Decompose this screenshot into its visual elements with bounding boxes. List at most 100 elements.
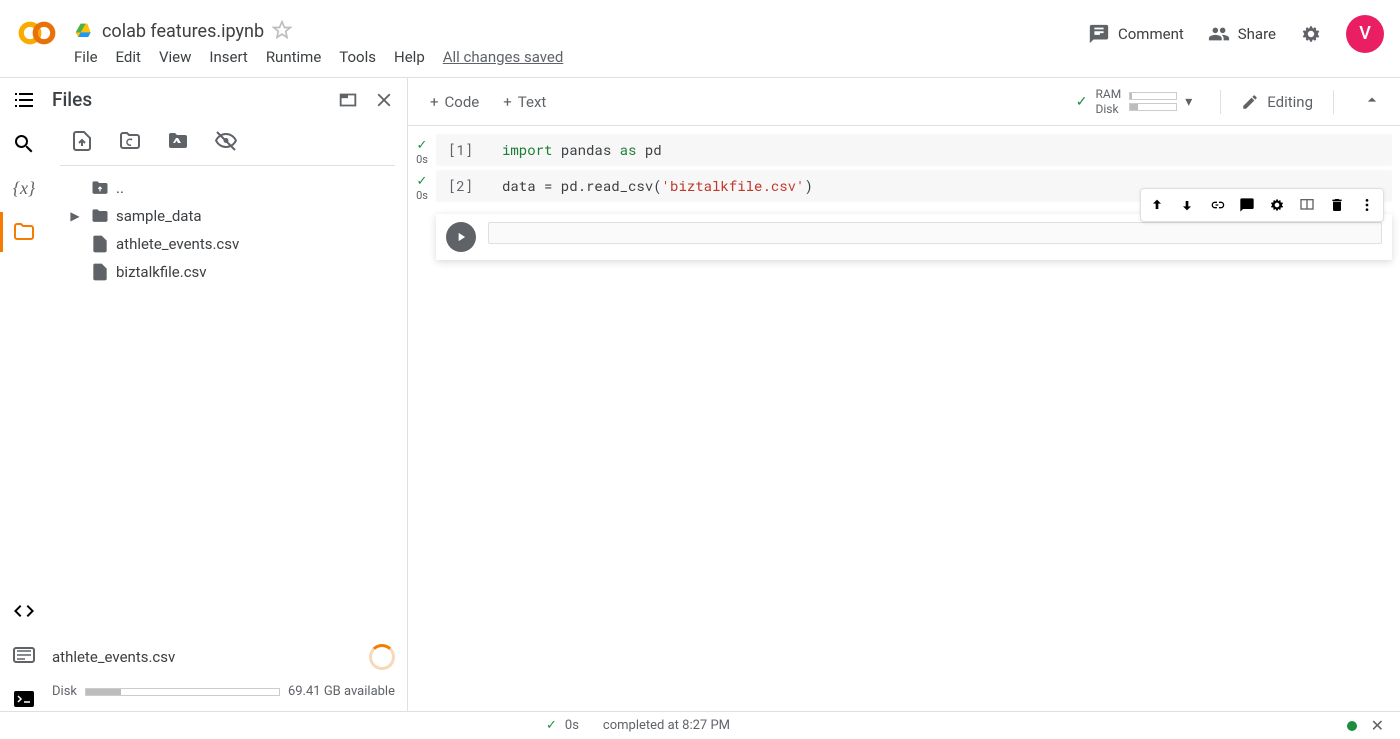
delete-cell-button[interactable] (1323, 191, 1351, 219)
tree-file-1[interactable]: athlete_events.csv (52, 230, 407, 258)
code-editor-input[interactable] (488, 222, 1382, 244)
gear-icon (1300, 23, 1322, 45)
tree-file-2-label: biztalkfile.csv (116, 263, 207, 281)
menu-insert[interactable]: Insert (209, 48, 247, 66)
file-icon (90, 234, 110, 254)
cell-gutter: ✓ 0s (408, 134, 436, 166)
rail-snippets-icon[interactable] (12, 599, 36, 623)
add-text-button[interactable]: + Text (491, 87, 558, 117)
check-icon: ✓ (1076, 94, 1088, 110)
toggle-hidden-icon[interactable] (214, 129, 238, 153)
tree-file-1-label: athlete_events.csv (116, 235, 239, 253)
disk-bar-toolbar (1129, 103, 1177, 111)
sidebar-header: Files (48, 78, 407, 123)
dropdown-icon[interactable]: ▾ (1185, 94, 1192, 110)
menu-runtime[interactable]: Runtime (266, 48, 321, 66)
rail-files-icon[interactable] (12, 220, 36, 244)
disk-label: Disk (52, 684, 77, 699)
rail-variables-icon[interactable]: {x} (12, 176, 36, 200)
exec-time: 0s (416, 189, 428, 202)
link-button[interactable] (1203, 191, 1231, 219)
chevron-up-icon (1362, 90, 1382, 110)
refresh-folder-icon[interactable] (118, 129, 142, 153)
document-title[interactable]: colab features.ipynb (102, 21, 264, 42)
check-icon: ✓ (417, 138, 428, 153)
people-icon (1208, 23, 1230, 45)
disk-usage: Disk 69.41 GB available (48, 676, 407, 711)
menu-tools[interactable]: Tools (339, 48, 376, 66)
save-status[interactable]: All changes saved (443, 48, 564, 66)
add-code-label: Code (445, 93, 480, 111)
ram-bar (1129, 92, 1177, 100)
files-sidebar: Files .. ▶ sample_data (48, 78, 408, 711)
sidebar-title: Files (52, 88, 92, 111)
close-sidebar-icon[interactable] (373, 89, 395, 111)
share-label: Share (1238, 25, 1276, 43)
cell-code[interactable]: data = pd.read_csv('biztalkfile.csv') (502, 176, 813, 195)
header-main: colab features.ipynb File Edit View Inse… (74, 20, 1088, 66)
tree-parent-label: .. (116, 179, 124, 197)
drive-icon (74, 22, 94, 42)
ram-label: RAM (1096, 87, 1122, 101)
header-right: Comment Share V (1088, 15, 1384, 53)
add-code-button[interactable]: + Code (418, 87, 491, 117)
rail-terminal-icon[interactable] (12, 687, 36, 711)
share-button[interactable]: Share (1208, 23, 1276, 45)
cell-code[interactable]: import pandas as pd (502, 140, 662, 159)
collapse-button[interactable] (1354, 90, 1390, 114)
move-up-button[interactable] (1143, 191, 1171, 219)
code-cell-active[interactable] (408, 214, 1392, 260)
move-down-button[interactable] (1173, 191, 1201, 219)
resource-indicator[interactable]: ✓ RAM Disk ▾ (1076, 87, 1200, 116)
file-icon (90, 262, 110, 282)
run-button[interactable] (446, 222, 476, 252)
menu-file[interactable]: File (74, 48, 98, 66)
cell-prompt: [2] (448, 176, 484, 195)
menu-edit[interactable]: Edit (116, 48, 141, 66)
editing-label: Editing (1267, 93, 1313, 111)
disk-label-toolbar: Disk (1096, 102, 1122, 116)
status-message: completed at 8:27 PM (603, 718, 730, 733)
upload-progress-row: athlete_events.csv (48, 638, 407, 676)
mirror-button[interactable] (1293, 191, 1321, 219)
tree-file-2[interactable]: biztalkfile.csv (52, 258, 407, 286)
notebook-toolbar: + Code + Text ✓ RAM Disk (408, 78, 1400, 126)
star-icon[interactable] (272, 20, 292, 44)
disk-available: 69.41 GB available (288, 684, 395, 699)
tree-parent[interactable]: .. (52, 174, 407, 202)
tree-folder[interactable]: ▶ sample_data (52, 202, 407, 230)
tree-folder-label: sample_data (116, 207, 202, 225)
cell-prompt: [1] (448, 140, 484, 159)
settings-button[interactable] (1300, 23, 1322, 45)
menu-bar: File Edit View Insert Runtime Tools Help… (74, 48, 1088, 66)
cell-settings-button[interactable] (1263, 191, 1291, 219)
comment-cell-button[interactable] (1233, 191, 1261, 219)
new-window-icon[interactable] (337, 89, 359, 111)
statusbar: ✓ 0s completed at 8:27 PM ✕ (0, 711, 1400, 739)
plus-icon: + (430, 93, 439, 111)
avatar-letter: V (1359, 23, 1371, 44)
sidebar-toolbar (48, 123, 407, 165)
mount-drive-icon[interactable] (166, 129, 190, 153)
avatar[interactable]: V (1346, 15, 1384, 53)
menu-view[interactable]: View (159, 48, 191, 66)
cells-container: ✓ 0s [1] import pandas as pd ✓ 0s [2] da… (408, 126, 1400, 711)
connection-dot-icon (1347, 721, 1357, 731)
colab-logo-icon (16, 12, 58, 54)
check-icon: ✓ (417, 174, 428, 189)
folder-up-icon (90, 178, 110, 198)
status-close-button[interactable]: ✕ (1371, 716, 1384, 735)
rail-command-palette-icon[interactable] (12, 643, 36, 667)
comment-button[interactable]: Comment (1088, 23, 1184, 45)
rail-toc-icon[interactable] (12, 88, 36, 112)
menu-help[interactable]: Help (394, 48, 425, 66)
code-cell[interactable]: ✓ 0s [1] import pandas as pd (408, 134, 1392, 166)
comment-icon (1088, 23, 1110, 45)
upload-icon[interactable] (70, 129, 94, 153)
chevron-right-icon: ▶ (66, 209, 84, 223)
more-button[interactable] (1353, 191, 1381, 219)
plus-icon: + (503, 93, 512, 111)
editing-mode-button[interactable]: Editing (1241, 93, 1313, 111)
left-rail: {x} (0, 78, 48, 711)
rail-search-icon[interactable] (12, 132, 36, 156)
